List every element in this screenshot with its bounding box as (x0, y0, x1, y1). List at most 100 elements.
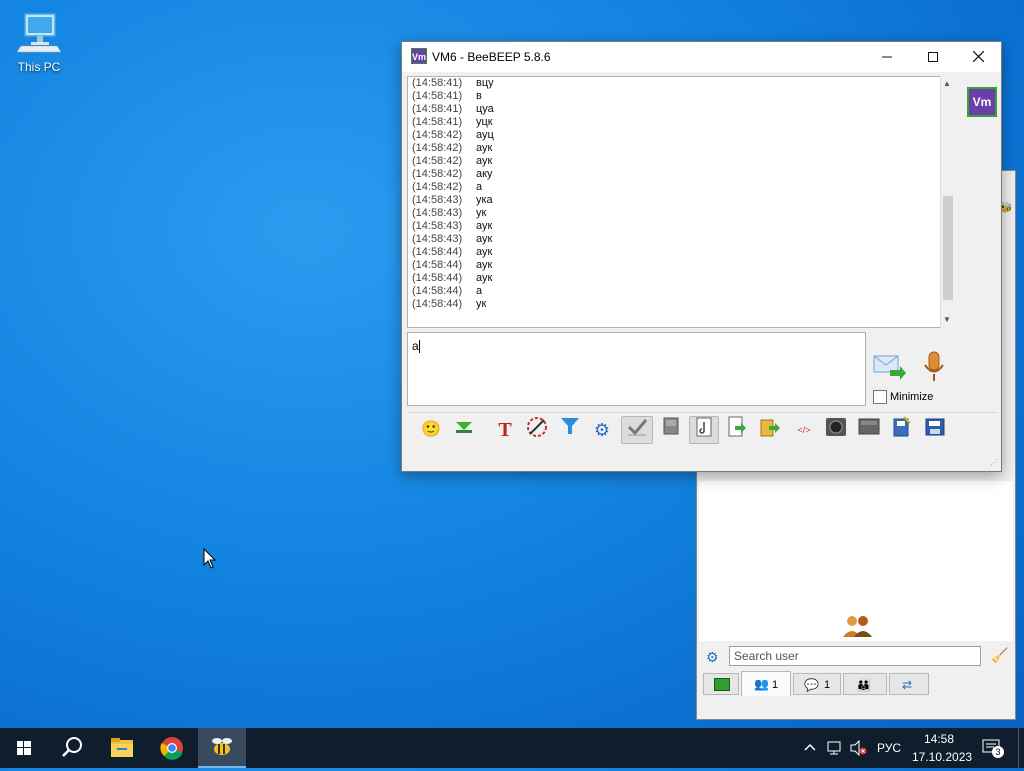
font-button[interactable]: T (491, 416, 519, 444)
notification-count: 3 (992, 746, 1004, 758)
title-bar[interactable]: Vm VM6 - BeeBEEP 5.8.6 (402, 42, 1001, 72)
maximize-button[interactable] (910, 42, 956, 72)
message-text: аук (476, 259, 493, 271)
chat-toolbar: 🙂 T ⚙ </> (407, 412, 997, 449)
message-input[interactable]: а (407, 332, 866, 406)
search-user-input[interactable] (729, 646, 981, 666)
html-button[interactable]: </> (790, 416, 818, 444)
show-hidden-icons-icon[interactable] (804, 741, 816, 753)
message-list: (14:58:41) вцу (14:58:41) в (14:58:41) цуа (14… (408, 77, 953, 311)
clock-time[interactable]: 14:58 (924, 732, 954, 746)
message-timestamp: (14:58:42) (412, 168, 463, 180)
search-row: ⚙ 🧹 (697, 643, 1015, 673)
save-as-button[interactable] (921, 416, 949, 444)
clear-search-icon[interactable]: 🧹 (991, 647, 1008, 664)
chat-scrollbar[interactable]: ▲ ▼ (940, 76, 954, 328)
message-timestamp: (14:58:41) (412, 103, 463, 115)
screenshot-button[interactable] (822, 416, 850, 444)
emoticons-button[interactable]: 🙂 (417, 416, 445, 444)
user-list[interactable] (699, 481, 1013, 641)
chat-message: (14:58:42) аку (408, 168, 953, 181)
color-button[interactable] (523, 416, 551, 444)
chat-message: (14:58:42) а (408, 181, 953, 194)
send-button[interactable] (872, 352, 906, 382)
chat-message: (14:58:42) аук (408, 155, 953, 168)
taskbar: РУС 14:58 17.10.2023 3 (0, 728, 1024, 768)
folder-icon (111, 738, 133, 757)
network-icon[interactable] (826, 740, 844, 756)
clock-date[interactable]: 17.10.2023 (912, 750, 972, 764)
beebeep-taskbar-button[interactable] (198, 728, 246, 768)
note-icon (696, 417, 712, 437)
send-file-button[interactable] (723, 416, 751, 444)
message-timestamp: (14:58:44) (412, 259, 463, 271)
chat-message: (14:58:41) вцу (408, 77, 953, 90)
chat-window[interactable]: Vm VM6 - BeeBEEP 5.8.6 (14:58:41) вцу (14:… (401, 41, 1002, 472)
filter-button[interactable] (556, 416, 584, 444)
message-timestamp: (14:58:43) (412, 194, 463, 206)
chat-message: (14:58:41) в (408, 90, 953, 103)
tab-users-count: 1 (772, 679, 779, 691)
send-folder-button[interactable] (756, 416, 784, 444)
file-explorer-button[interactable] (98, 728, 146, 768)
tab-chats[interactable]: 💬 1 (793, 673, 841, 695)
tab-online[interactable] (703, 673, 739, 695)
users-placeholder-icon (843, 616, 872, 637)
message-timestamp: (14:58:41) (412, 77, 463, 89)
user-avatar[interactable]: Vm (967, 87, 997, 117)
tab-groups[interactable]: 👪 (843, 673, 887, 695)
chrome-button[interactable] (148, 728, 196, 768)
message-timestamp: (14:58:43) (412, 233, 463, 245)
volume-muted-icon[interactable] (850, 740, 868, 756)
this-pc-label: This PC (17, 60, 61, 74)
tab-share[interactable]: ⇄ (889, 673, 929, 695)
tab-users[interactable]: 👥 1 (741, 671, 791, 696)
this-pc-icon[interactable]: This PC (8, 8, 70, 78)
close-icon (972, 50, 984, 63)
text-caret (418, 340, 420, 354)
message-text: аук (476, 246, 493, 258)
language-indicator[interactable]: РУС (877, 741, 901, 755)
message-text: ука (476, 194, 493, 206)
voice-message-button[interactable] (920, 350, 948, 384)
send-folder-icon (760, 419, 780, 437)
scroll-down-icon[interactable]: ▼ (943, 315, 951, 324)
chat-message: (14:58:44) ук (408, 298, 953, 311)
settings-button[interactable]: ⚙ (588, 416, 616, 444)
search-icon (62, 737, 82, 757)
chrome-icon (160, 737, 183, 760)
minimize-checkbox[interactable] (873, 390, 887, 404)
notifications-button[interactable]: 3 (982, 738, 1004, 758)
note-button[interactable] (689, 416, 719, 444)
chat-message: (14:58:44) аук (408, 259, 953, 272)
spellcheck-button[interactable] (621, 416, 653, 444)
start-button[interactable] (0, 728, 48, 768)
settings-gear-icon[interactable]: ⚙ (706, 649, 719, 666)
minimize-button[interactable] (864, 42, 910, 72)
chat-message: (14:58:41) уцк (408, 116, 953, 129)
ruler-button[interactable] (450, 416, 478, 444)
size-grip[interactable]: ⋰ (990, 458, 998, 468)
chat-message: (14:58:43) ука (408, 194, 953, 207)
scroll-up-icon[interactable]: ▲ (943, 79, 951, 88)
dictionary-button[interactable] (657, 416, 685, 444)
minimize-icon (882, 56, 892, 58)
beebeep-icon (212, 738, 232, 755)
online-icon (714, 678, 730, 691)
chat-message: (14:58:44) а (408, 285, 953, 298)
clear-button[interactable] (855, 416, 883, 444)
message-text: в (476, 90, 482, 102)
chat-history[interactable]: (14:58:41) вцу (14:58:41) в (14:58:41) цуа (14… (407, 76, 954, 328)
save-button[interactable] (888, 416, 916, 444)
scroll-thumb[interactable] (943, 196, 953, 300)
computer-icon (16, 13, 62, 53)
mouse-cursor-icon (203, 548, 217, 569)
show-desktop-button[interactable] (1018, 728, 1024, 768)
search-button[interactable] (48, 728, 96, 768)
message-text: аук (476, 142, 493, 154)
message-input-text: а (412, 339, 419, 353)
save-as-icon (925, 418, 945, 436)
chat-message: (14:58:43) аук (408, 220, 953, 233)
close-button[interactable] (955, 42, 1001, 72)
font-icon: T (498, 419, 512, 441)
